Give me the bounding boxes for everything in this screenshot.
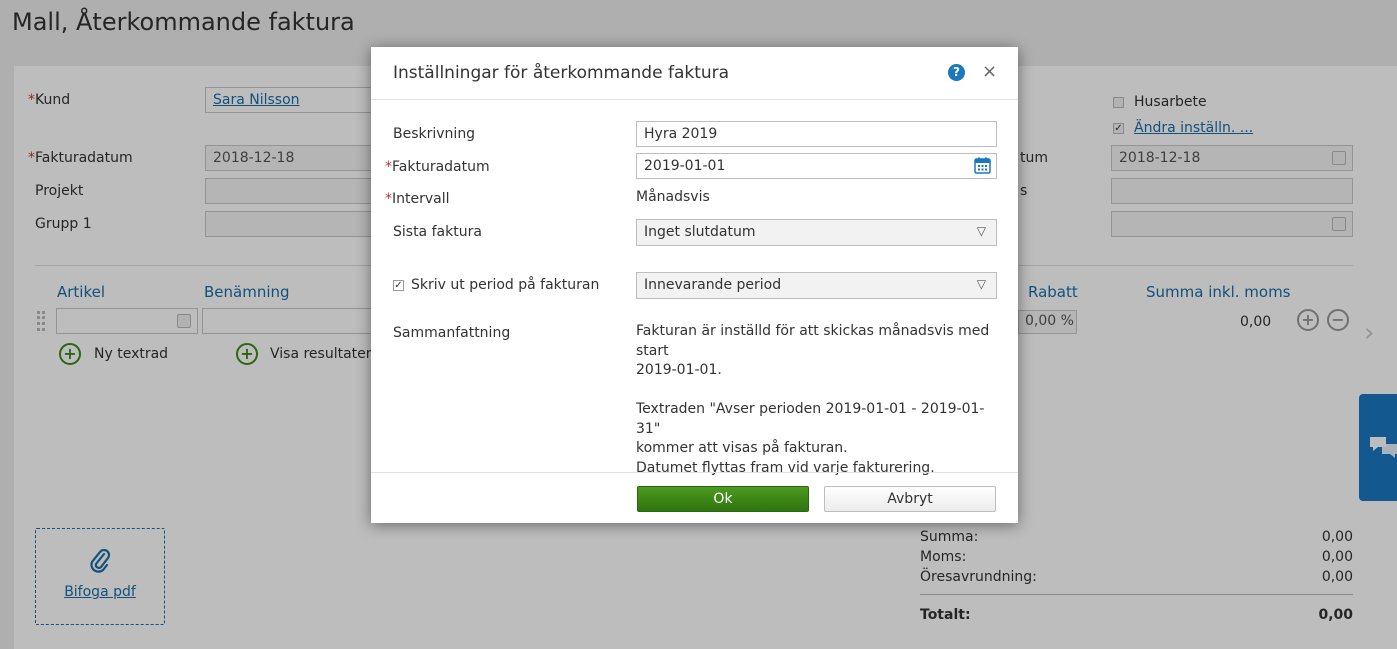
summary-text: Fakturan är inställd för att skickas mån… (636, 322, 1006, 478)
sista-faktura-label: Sista faktura (393, 224, 482, 240)
sammanfattning-label: Sammanfattning (393, 325, 511, 341)
chevron-down-icon: ▽ (976, 277, 986, 291)
beskrivning-label: Beskrivning (393, 126, 476, 142)
intervall-label: *Intervall (385, 191, 450, 207)
close-icon[interactable]: × (982, 61, 997, 82)
summary-line: Fakturan är inställd för att skickas mån… (636, 323, 990, 359)
header-divider (371, 99, 1018, 100)
period-select[interactable]: Innevarande period ▽ (636, 272, 997, 299)
chevron-down-icon: ▽ (976, 224, 986, 238)
cancel-button[interactable]: Avbryt (824, 486, 996, 512)
recurring-invoice-dialog: Inställningar för återkommande faktura ?… (371, 47, 1018, 523)
skriv-ut-period-label: Skriv ut period på fakturan (411, 277, 600, 293)
calendar-icon[interactable] (974, 157, 991, 174)
summary-line: Datumet flyttas fram vid varje faktureri… (636, 459, 935, 476)
summary-line: kommer att visas på fakturan. (636, 440, 848, 456)
summary-line: Textraden "Avser perioden 2019-01-01 - 2… (636, 401, 985, 437)
fakturadatum-label: *Fakturadatum (385, 159, 490, 175)
intervall-value: Månadsvis (636, 189, 710, 205)
sista-faktura-select[interactable]: Inget slutdatum ▽ (636, 219, 997, 246)
beskrivning-input[interactable]: Hyra 2019 (636, 121, 997, 147)
footer-divider (371, 472, 1018, 473)
dialog-title: Inställningar för återkommande faktura (393, 63, 730, 83)
fakturadatum-input[interactable]: 2019-01-01 (636, 153, 997, 179)
skriv-ut-period-checkbox[interactable]: ✓ (393, 280, 404, 291)
ok-button[interactable]: Ok (637, 486, 809, 512)
help-icon[interactable]: ? (948, 64, 965, 81)
summary-line: 2019-01-01. (636, 362, 722, 378)
